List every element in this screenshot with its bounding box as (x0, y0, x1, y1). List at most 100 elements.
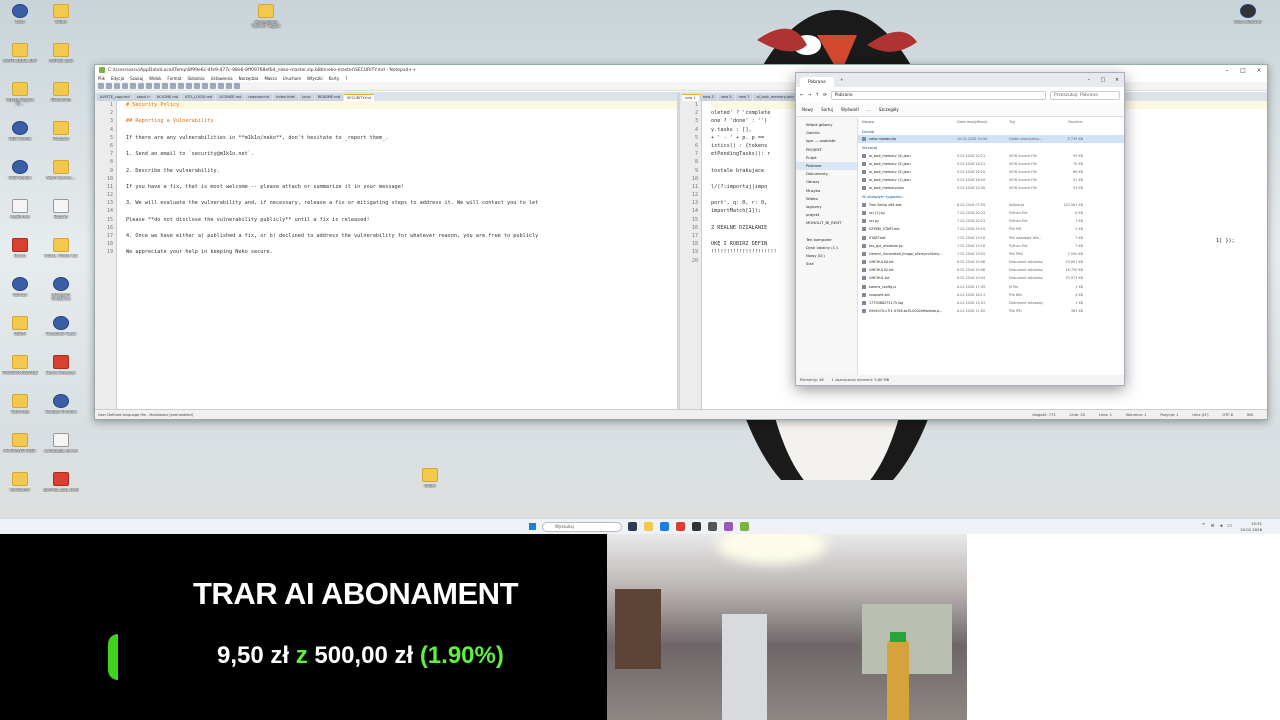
new-file-icon[interactable] (98, 83, 104, 89)
nav-item[interactable]: MONOLIT_BI_RENT (796, 219, 857, 227)
menu-item[interactable]: Format (167, 76, 181, 81)
terminal-icon[interactable] (708, 522, 717, 531)
desktop-icon-col2-11[interactable]: Language_de-en (43, 433, 79, 453)
menu-item[interactable]: Plik (98, 76, 105, 81)
explorer-tab[interactable]: Pobrane (800, 76, 834, 88)
explorer-toolbar-button[interactable]: … (867, 107, 871, 112)
word-wrap-icon[interactable] (218, 83, 224, 89)
desktop-icon-4[interactable]: OBS-Studio (2, 160, 38, 180)
refresh-icon[interactable]: ⟳ (823, 93, 827, 98)
copy-icon[interactable] (154, 83, 160, 89)
redo-icon[interactable] (178, 83, 184, 89)
file-row[interactable]: ai_task_memory (4).json 9.02.2026 20:21 JS… (858, 152, 1124, 160)
taskview-icon[interactable] (628, 522, 637, 531)
column-header[interactable]: Data modyfikacji (957, 120, 1009, 124)
nav-item[interactable]: Muzyka (796, 187, 857, 195)
file-explorer-icon[interactable] (644, 522, 653, 531)
desktop-icon-col2-4[interactable]: Neon-Ks-Acc… (43, 160, 79, 180)
editor-pane-left[interactable]: ALYSTE_copy.md stack.h ACLONE.md KTO_LOGGI.… (95, 92, 680, 409)
nav-item[interactable]: Igor — osobiste (796, 137, 857, 145)
editor-tab[interactable]: new 3 (699, 94, 717, 101)
menu-item[interactable]: Widok (149, 76, 161, 81)
desktop-icon-col2-3[interactable]: Podcast (43, 121, 79, 141)
file-row[interactable]: 1770388275175.log 6.02.2026 15:01 Dokument… (858, 299, 1124, 307)
explorer-toolbar-button[interactable]: Nowy (802, 107, 813, 112)
file-row[interactable]: scr (1).py 7.02.2026 20:33 Python File 6 KB (858, 209, 1124, 217)
editor-tab[interactable]: README.md (314, 94, 344, 101)
file-row[interactable]: 09e5070-c7f1-4708-bcf3-0002effadeda.p… 6.… (858, 307, 1124, 315)
maximize-button[interactable]: □ (1235, 67, 1251, 74)
explorer-maximize-button[interactable]: □ (1096, 77, 1110, 83)
cut-icon[interactable] (146, 83, 152, 89)
column-header[interactable]: Rozmiar (1059, 120, 1083, 124)
status-encoding[interactable]: UTF-8 (1222, 413, 1232, 417)
editor-tab[interactable]: index.html (273, 94, 299, 101)
find-icon[interactable] (186, 83, 192, 89)
explorer-toolbar-button[interactable]: Szczegóły (879, 107, 899, 112)
menu-item[interactable]: Szukaj (130, 76, 143, 81)
nav-item[interactable]: Galeria (796, 129, 857, 137)
desktop-icon-7[interactable]: Obrazy (2, 277, 38, 297)
nav-item[interactable]: PROJEKT (796, 146, 857, 154)
replace-icon[interactable] (194, 83, 200, 89)
editor-tab[interactable]: ionic (299, 94, 314, 101)
brave-taskbar-icon[interactable] (676, 522, 685, 531)
column-header[interactable]: Typ (1009, 120, 1059, 124)
notepad-taskbar-icon[interactable] (740, 522, 749, 531)
file-row[interactable]: START.bat 7.02.2026 19:18 Plik wsadowy Win… (858, 233, 1124, 241)
desktop-icon-col2-5[interactable]: Bigtwo (43, 199, 79, 219)
group-header[interactable]: Dzisiaj (858, 127, 1124, 135)
file-row[interactable]: UMCHUL04.txt 6.02.2026 20:06 Dokument teks… (858, 258, 1124, 266)
desktop-icon-6[interactable]: Brave (2, 238, 38, 258)
code-area-left[interactable]: # Security Policy ## Reporting a Vulnera… (117, 101, 677, 409)
file-row[interactable]: ai_task_memory.json 9.02.2026 15:40 JSON S… (858, 184, 1124, 192)
nav-item[interactable]: Dokumenty (796, 170, 857, 178)
editor-tab[interactable]: stack.h (133, 94, 153, 101)
desktop-icon-11[interactable]: PR-PRAWO-ROZ- (2, 433, 38, 453)
up-icon[interactable]: ↑ (815, 93, 819, 98)
desktop-icon-recycle-right[interactable]: Kosz aktywny (1230, 4, 1266, 24)
play-macro-icon[interactable] (234, 83, 240, 89)
column-header[interactable]: Nazwa (862, 120, 957, 124)
desktop-icon-5[interactable]: Ag-BJ-tyle (2, 199, 38, 219)
paste-icon[interactable] (162, 83, 168, 89)
volume-icon[interactable]: ◂ (1220, 523, 1223, 529)
editor-tab[interactable]: ai_task_memory.json (753, 94, 797, 101)
desktop-icon-8[interactable]: QSUN (2, 316, 38, 336)
wifi-icon[interactable]: ≋ (1211, 523, 1215, 529)
file-row[interactable]: ai_task_memory (1).json 9.02.2026 16:09 JS… (858, 176, 1124, 184)
new-tab-icon[interactable]: + (840, 78, 844, 83)
desktop-icon-9[interactable]: PROGRAMOWANIE (2, 355, 38, 375)
desktop-icon-folder[interactable]: folder (412, 468, 448, 488)
editor-tab[interactable]: LICENSE.md (216, 94, 245, 101)
nav-item[interactable]: logiczny (796, 203, 857, 211)
nav-item[interactable]: Nowy (D:) (796, 252, 857, 260)
obs-taskbar-icon[interactable] (692, 522, 701, 531)
nav-item[interactable]: projekt (796, 211, 857, 219)
file-row[interactable]: tokens_config.js 6.02.2026 17:39 JS file 1 … (858, 283, 1124, 291)
address-field[interactable]: Pobrane (830, 90, 1046, 100)
editor-tab[interactable]: new 5 (717, 94, 735, 101)
nav-item[interactable]: Sieć (796, 260, 857, 268)
menu-item[interactable]: Karty (329, 76, 340, 81)
editor-tab[interactable]: ALYSTE_copy.md (97, 94, 133, 101)
desktop-icon-col2-2[interactable]: Ekonomia (43, 82, 79, 102)
desktop-icon-col2-8[interactable]: Facebook Teaw (43, 316, 79, 336)
menu-item[interactable]: Narzędzia (239, 76, 259, 81)
back-icon[interactable]: ← (800, 93, 804, 98)
taskbar-search[interactable]: Wyszukaj (542, 522, 622, 532)
desktop-icon-col2-1[interactable]: MATHE_UJ-S (43, 43, 79, 63)
print-icon[interactable] (138, 83, 144, 89)
file-row[interactable]: tex_gui_windows.py 7.02.2026 19:16 Python … (858, 242, 1124, 250)
desktop-icon-col2-6[interactable]: Klony, Folder (2) (43, 238, 79, 258)
file-row[interactable]: UMCHUL.txt 6.02.2026 20:04 Dokument teksto… (858, 274, 1124, 282)
nav-item[interactable]: Pulpit (796, 154, 857, 162)
record-macro-icon[interactable] (226, 83, 232, 89)
explorer-toolbar-button[interactable]: Wyświetl (841, 107, 859, 112)
menu-item[interactable]: Ustawienia (211, 76, 233, 81)
desktop-icon-col2-9[interactable]: Brave Browser (43, 355, 79, 375)
editor-tab[interactable]: SECURITY.md (344, 94, 374, 101)
explorer-search-input[interactable]: Przeszukaj: Pobrane (1050, 90, 1120, 100)
file-row[interactable]: SZYBKI_START.md 7.02.2026 19:19 Plik MD 2 K… (858, 225, 1124, 233)
editor-tab[interactable]: ACLONE.md (153, 94, 182, 101)
